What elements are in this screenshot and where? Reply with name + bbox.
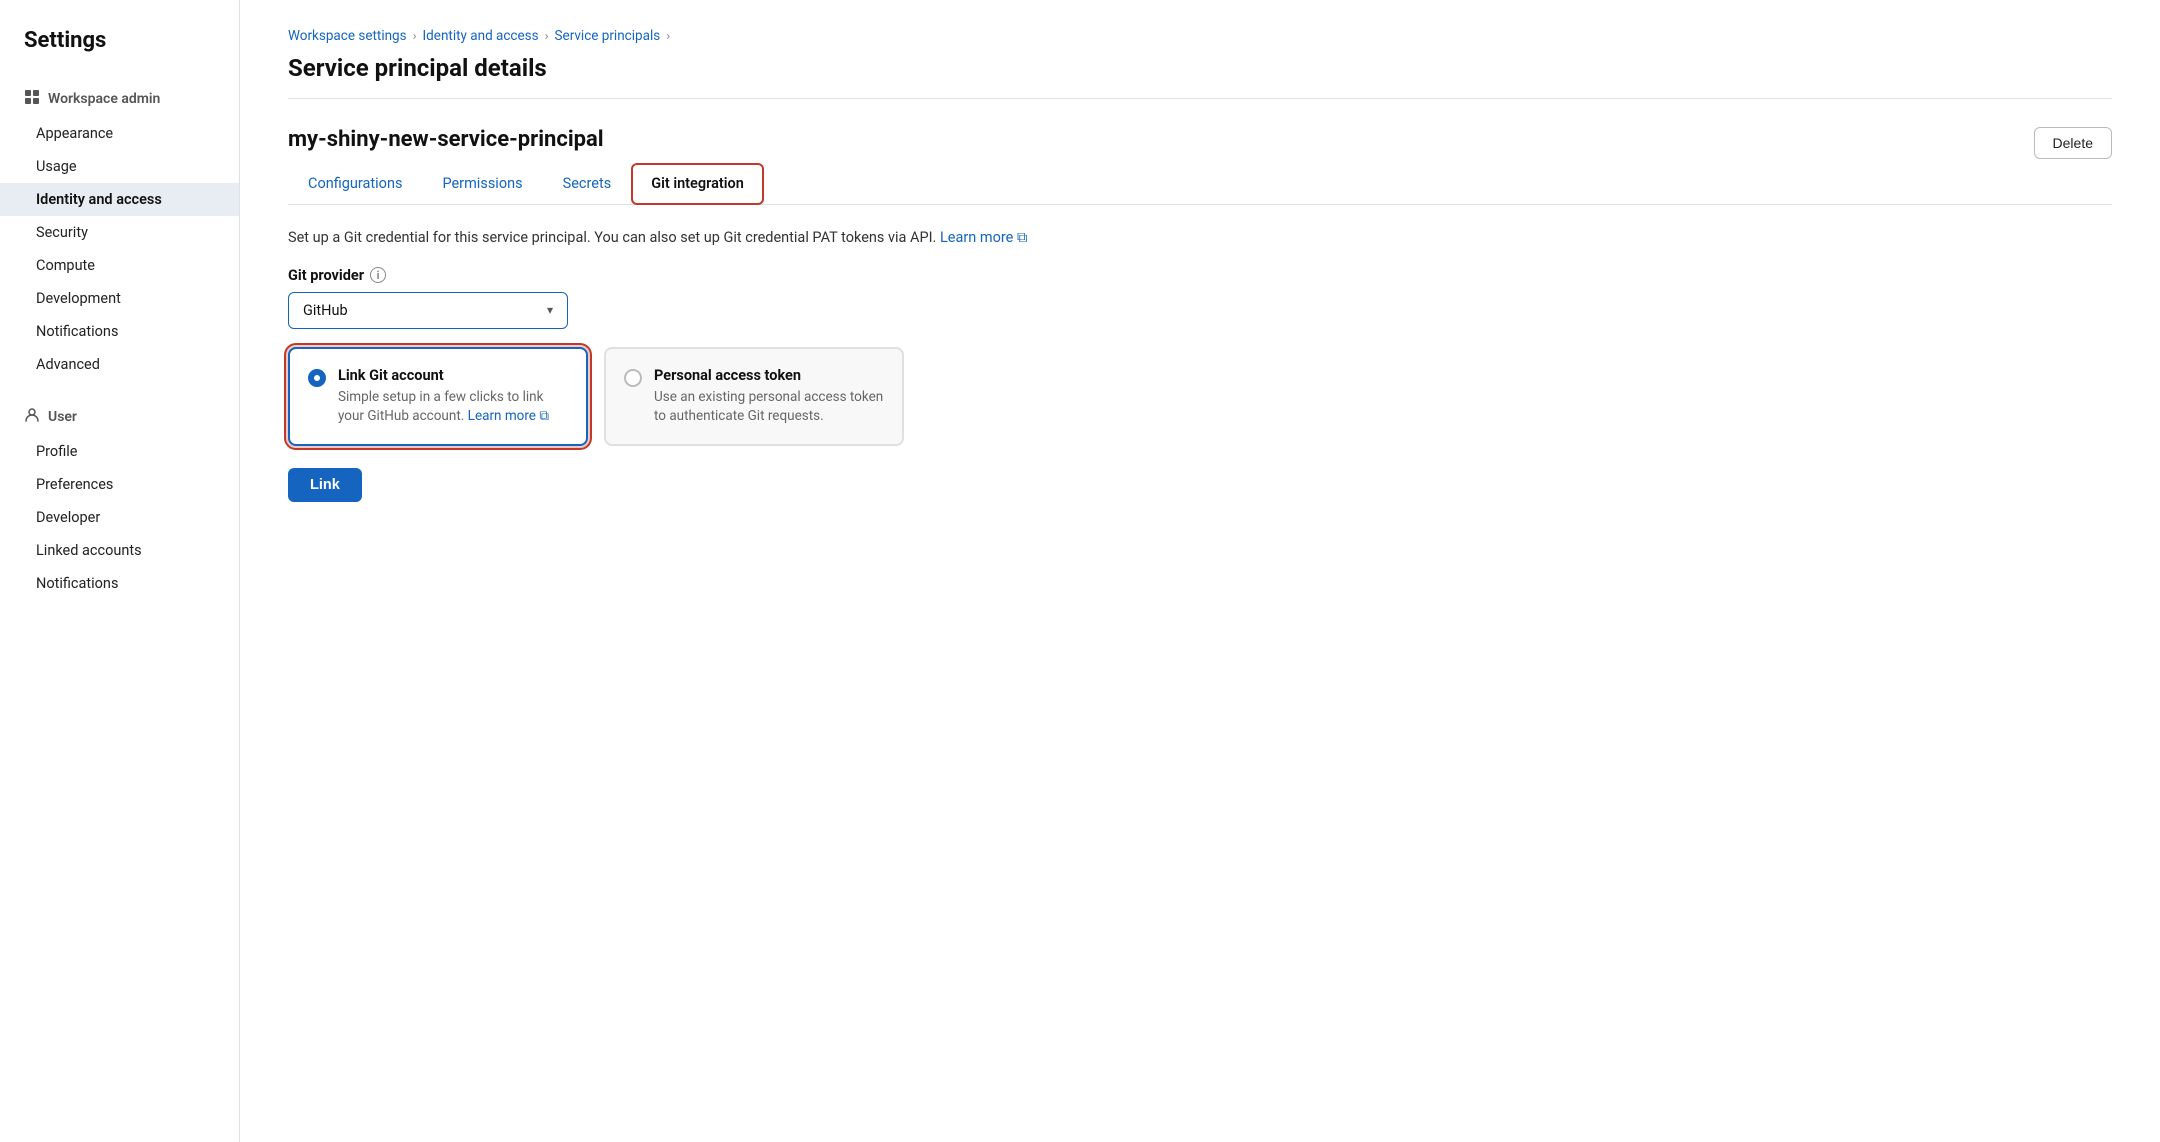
workspace-items: Appearance Usage Identity and access Sec…: [0, 117, 239, 381]
git-provider-label: Git provider i: [288, 267, 2112, 284]
breadcrumb-identity-access[interactable]: Identity and access: [423, 28, 539, 44]
user-section-label: User: [48, 409, 77, 425]
tab-configurations[interactable]: Configurations: [288, 163, 422, 204]
radio-personal-access-token[interactable]: [624, 369, 642, 387]
user-icon: [24, 407, 40, 427]
sidebar-item-advanced[interactable]: Advanced: [0, 348, 239, 381]
tab-git-integration[interactable]: Git integration: [631, 163, 764, 205]
sidebar-item-security[interactable]: Security: [0, 216, 239, 249]
sidebar-item-identity[interactable]: Identity and access: [0, 183, 239, 216]
breadcrumb-sep-1: ›: [413, 29, 417, 44]
sidebar-item-developer[interactable]: Developer: [0, 501, 239, 534]
breadcrumb-workspace-settings[interactable]: Workspace settings: [288, 28, 407, 44]
tabs: Configurations Permissions Secrets Git i…: [288, 163, 2112, 205]
sidebar-item-profile[interactable]: Profile: [0, 435, 239, 468]
git-provider-value: GitHub: [303, 302, 348, 319]
sp-name: my-shiny-new-service-principal: [288, 127, 604, 152]
sidebar-item-compute[interactable]: Compute: [0, 249, 239, 282]
tab-permissions[interactable]: Permissions: [422, 163, 542, 204]
learn-more-api-link[interactable]: Learn more ⧉: [940, 229, 1027, 246]
sidebar-item-notifications-workspace[interactable]: Notifications: [0, 315, 239, 348]
sidebar-item-usage[interactable]: Usage: [0, 150, 239, 183]
workspace-admin-label: Workspace admin: [48, 91, 160, 107]
page-title: Service principal details: [288, 54, 2112, 82]
sidebar: Settings Workspace admin Appearance Usag…: [0, 0, 240, 1142]
tab-secrets[interactable]: Secrets: [543, 163, 632, 204]
title-divider: [288, 98, 2112, 99]
description-text: Set up a Git credential for this service…: [288, 227, 2112, 249]
user-section: User: [0, 399, 239, 435]
git-provider-info-icon[interactable]: i: [370, 267, 386, 283]
option-link-git-account[interactable]: Link Git account Simple setup in a few c…: [288, 347, 588, 446]
sp-header: my-shiny-new-service-principal Delete: [288, 127, 2112, 159]
option-pat-title: Personal access token: [654, 367, 884, 384]
breadcrumb: Workspace settings › Identity and access…: [288, 28, 2112, 44]
option-pat-desc: Use an existing personal access token to…: [654, 388, 884, 426]
sidebar-item-linked-accounts[interactable]: Linked accounts: [0, 534, 239, 567]
grid-icon: [24, 89, 40, 109]
breadcrumb-sep-2: ›: [545, 29, 549, 44]
main-content: Workspace settings › Identity and access…: [240, 0, 2160, 1142]
sidebar-title: Settings: [0, 28, 239, 73]
learn-more-link-git-link[interactable]: Learn more ⧉: [468, 408, 549, 424]
breadcrumb-sep-3: ›: [666, 29, 670, 44]
sidebar-item-preferences[interactable]: Preferences: [0, 468, 239, 501]
git-provider-dropdown[interactable]: GitHub ▾: [288, 292, 568, 329]
option-link-desc: Simple setup in a few clicks to link you…: [338, 388, 568, 426]
sidebar-item-development[interactable]: Development: [0, 282, 239, 315]
option-personal-access-token[interactable]: Personal access token Use an existing pe…: [604, 347, 904, 446]
radio-link-git-account[interactable]: [308, 369, 326, 387]
chevron-down-icon: ▾: [547, 303, 553, 317]
workspace-admin-section: Workspace admin: [0, 81, 239, 117]
sidebar-item-appearance[interactable]: Appearance: [0, 117, 239, 150]
link-button[interactable]: Link: [288, 468, 362, 502]
delete-button[interactable]: Delete: [2034, 127, 2112, 159]
user-items: Profile Preferences Developer Linked acc…: [0, 435, 239, 600]
sidebar-item-notifications-user[interactable]: Notifications: [0, 567, 239, 600]
breadcrumb-service-principals[interactable]: Service principals: [555, 28, 661, 44]
credential-options: Link Git account Simple setup in a few c…: [288, 347, 2112, 446]
option-link-title: Link Git account: [338, 367, 568, 384]
